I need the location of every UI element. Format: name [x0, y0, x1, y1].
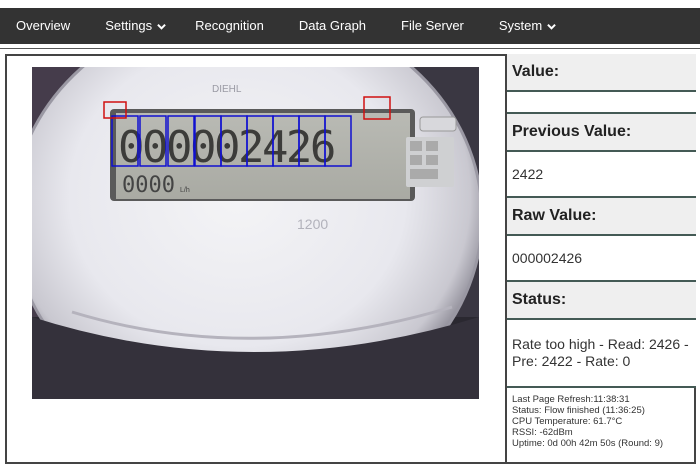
status-text: Rate too high - Read: 2426 - Pre: 2422 -… — [512, 336, 689, 369]
nav-system[interactable]: System — [498, 8, 557, 44]
nav-recognition[interactable]: Recognition — [195, 8, 264, 44]
last-refresh-text: Last Page Refresh:11:38:31 — [512, 394, 630, 405]
nav-system-label: System — [498, 18, 543, 33]
nav-divider — [0, 48, 700, 49]
meter-brand-text: DIEHL — [212, 84, 242, 95]
meter-bottom-text: 1200 — [297, 216, 328, 232]
previous-value-header: Previous Value: — [507, 114, 696, 152]
nav-settings[interactable]: Settings — [105, 8, 166, 44]
value-panel: Value: Previous Value: 2422 Raw Value: 0… — [505, 54, 696, 464]
status-label: Status: — [512, 291, 567, 308]
nav-overview-label: Overview — [16, 18, 71, 33]
uptime-text: Uptime: 0d 00h 42m 50s (Round: 9) — [512, 438, 664, 449]
value-label: Value: — [512, 63, 560, 80]
raw-value-label: Raw Value: — [512, 207, 597, 224]
rssi-text: RSSI: -62dBm — [512, 427, 573, 438]
meter-photo: DIEHL 000002426 0000 L/h 1200 — [32, 67, 479, 399]
status-header: Status: — [507, 282, 696, 320]
system-info: Last Page Refresh:11:38:31 Status: Flow … — [507, 388, 696, 462]
previous-value-cell: 2422 — [507, 152, 696, 198]
nav-file-server[interactable]: File Server — [401, 8, 464, 44]
cpu-temperature-text: CPU Temperature: 61.7°C — [512, 416, 623, 427]
chevron-down-icon — [547, 23, 557, 30]
value-header: Value: — [507, 54, 696, 92]
meter-subdisplay-text: 0000 — [122, 173, 175, 198]
nav-data-graph[interactable]: Data Graph — [299, 8, 366, 44]
nav-file-server-label: File Server — [401, 18, 464, 33]
flow-status-text: Status: Flow finished (11:36:25) — [512, 405, 645, 416]
nav-settings-label: Settings — [105, 18, 153, 33]
status-cell: Rate too high - Read: 2426 - Pre: 2422 -… — [507, 320, 696, 388]
raw-value-text: 000002426 — [512, 250, 583, 266]
value-cell — [507, 92, 696, 114]
chevron-down-icon — [157, 23, 166, 30]
previous-value-label: Previous Value: — [512, 123, 632, 140]
top-nav: Overview Settings Recognition Data Graph… — [0, 8, 700, 44]
nav-overview[interactable]: Overview — [16, 8, 70, 44]
camera-image: DIEHL 000002426 0000 L/h 1200 — [32, 67, 479, 399]
nav-recognition-label: Recognition — [195, 18, 264, 33]
previous-value-text: 2422 — [512, 166, 544, 182]
meter-subdisplay-unit: L/h — [180, 187, 190, 194]
raw-value-header: Raw Value: — [507, 198, 696, 236]
nav-data-graph-label: Data Graph — [298, 18, 367, 33]
raw-value-cell: 000002426 — [507, 236, 696, 282]
